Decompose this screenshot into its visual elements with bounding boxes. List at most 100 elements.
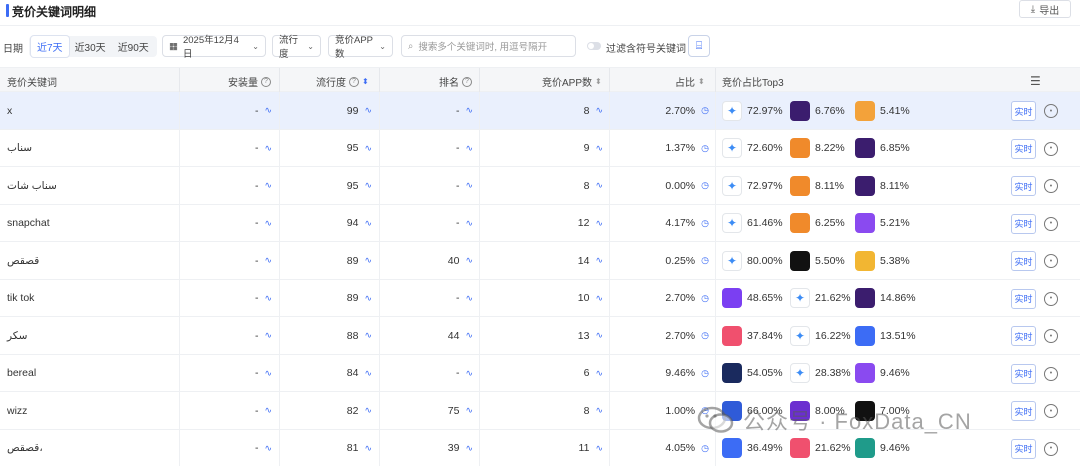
- trend-icon[interactable]: ∿: [364, 293, 372, 304]
- top3-app[interactable]: ✦ 72.97%: [722, 167, 783, 204]
- clock-icon[interactable]: ◷: [701, 405, 709, 416]
- top3-app[interactable]: ✦ 80.00%: [722, 242, 783, 279]
- table-row[interactable]: wizz - ∿ 82 ∿ 75 ∿ 8 ∿ 1.00% ◷ 66.00% 8.00% 7.00% 实时 •: [0, 392, 1080, 430]
- trend-icon[interactable]: ∿: [364, 368, 372, 379]
- trend-icon[interactable]: ∿: [465, 255, 473, 266]
- top3-app[interactable]: 8.00%: [790, 392, 845, 429]
- trend-icon[interactable]: ∿: [465, 218, 473, 229]
- top3-app[interactable]: 5.50%: [790, 242, 845, 279]
- trend-icon[interactable]: ∿: [595, 105, 603, 116]
- clock-icon[interactable]: ◷: [701, 330, 709, 341]
- settings-gear-icon[interactable]: •: [1044, 329, 1058, 343]
- column-menu-icon[interactable]: ☰: [1030, 74, 1041, 88]
- top3-app[interactable]: ✦ 21.62%: [790, 280, 851, 317]
- settings-gear-icon[interactable]: •: [1044, 216, 1058, 231]
- trend-icon[interactable]: ∿: [264, 405, 272, 416]
- trend-icon[interactable]: ∿: [264, 180, 272, 191]
- realtime-button[interactable]: 实时: [1011, 363, 1036, 384]
- top3-app[interactable]: 6.85%: [855, 130, 910, 167]
- trend-icon[interactable]: ∿: [595, 143, 603, 154]
- trend-icon[interactable]: ∿: [595, 293, 603, 304]
- trend-icon[interactable]: ∿: [364, 443, 372, 454]
- table-row[interactable]: snapchat - ∿ 94 ∿ - ∿ 12 ∿ 4.17% ◷ ✦ 61.46% 6.25% 5.21…: [0, 204, 1080, 242]
- trend-icon[interactable]: ∿: [595, 218, 603, 229]
- clock-icon[interactable]: ◷: [701, 368, 709, 379]
- date-picker[interactable]: ▦ 2025年12月4日 ⌄: [162, 35, 266, 60]
- top3-app[interactable]: 6.25%: [790, 205, 845, 242]
- settings-gear-icon[interactable]: •: [1044, 179, 1058, 193]
- top3-app[interactable]: ✦ 16.22%: [790, 317, 851, 354]
- top3-app[interactable]: 5.38%: [855, 242, 910, 279]
- realtime-button[interactable]: 实时: [1011, 101, 1036, 121]
- exclude-symbols-toggle[interactable]: [587, 42, 601, 50]
- trend-icon[interactable]: ∿: [264, 293, 272, 304]
- range-7d-button[interactable]: 近7天: [31, 36, 69, 57]
- trend-icon[interactable]: ∿: [264, 105, 272, 116]
- col-rank[interactable]: 排名?: [439, 74, 472, 89]
- col-popularity[interactable]: 流行度? ⬍: [316, 74, 369, 89]
- trend-icon[interactable]: ∿: [364, 330, 372, 341]
- sort-icon[interactable]: ⬍: [362, 77, 369, 86]
- col-installs[interactable]: 安装量?: [228, 74, 271, 89]
- trend-icon[interactable]: ∿: [595, 180, 603, 191]
- trend-icon[interactable]: ∿: [595, 405, 603, 416]
- trend-icon[interactable]: ∿: [465, 443, 473, 454]
- realtime-button[interactable]: 实时: [1011, 401, 1036, 421]
- trend-icon[interactable]: ∿: [264, 255, 272, 266]
- top3-app[interactable]: 8.11%: [855, 167, 909, 204]
- top3-app[interactable]: 36.49%: [722, 430, 783, 466]
- keyword-search-input[interactable]: ⌕ 搜索多个关键词时, 用逗号隔开: [401, 35, 576, 57]
- top3-app[interactable]: 14.86%: [855, 280, 916, 317]
- top3-app[interactable]: 48.65%: [722, 280, 783, 317]
- trend-icon[interactable]: ∿: [364, 180, 372, 191]
- realtime-button[interactable]: 实时: [1011, 251, 1036, 271]
- trend-icon[interactable]: ∿: [595, 368, 603, 379]
- table-row[interactable]: tik tok - ∿ 89 ∿ - ∿ 10 ∿ 2.70% ◷ 48.65% ✦ 21.62% 14.8…: [0, 279, 1080, 317]
- app-count-select[interactable]: 竞价APP数 ⌄: [328, 35, 393, 60]
- top3-app[interactable]: 54.05%: [722, 355, 783, 392]
- settings-gear-icon[interactable]: •: [1044, 404, 1058, 418]
- col-share[interactable]: 占比 ⬍: [675, 74, 705, 89]
- trend-icon[interactable]: ∿: [264, 218, 272, 229]
- trend-icon[interactable]: ∿: [465, 105, 473, 116]
- realtime-button[interactable]: 实时: [1011, 326, 1036, 346]
- trend-icon[interactable]: ∿: [465, 180, 473, 191]
- settings-gear-icon[interactable]: •: [1044, 254, 1058, 268]
- top3-app[interactable]: 5.21%: [855, 205, 910, 242]
- settings-gear-icon[interactable]: •: [1044, 141, 1058, 156]
- trend-icon[interactable]: ∿: [264, 143, 272, 154]
- clock-icon[interactable]: ◷: [701, 180, 709, 191]
- settings-gear-icon[interactable]: •: [1044, 441, 1058, 456]
- top3-app[interactable]: 7.00%: [855, 392, 910, 429]
- top3-app[interactable]: 9.46%: [855, 430, 910, 466]
- table-row[interactable]: سناب شات - ∿ 95 ∿ - ∿ 8 ∿ 0.00% ◷ ✦ 72.97% 8.11% 8.11%…: [0, 167, 1080, 205]
- top3-app[interactable]: ✦ 28.38%: [790, 355, 851, 392]
- trend-icon[interactable]: ∿: [364, 405, 372, 416]
- top3-app[interactable]: 66.00%: [722, 392, 783, 429]
- realtime-button[interactable]: 实时: [1011, 138, 1036, 159]
- trend-icon[interactable]: ∿: [465, 330, 473, 341]
- table-row[interactable]: قصقص، - ∿ 81 ∿ 39 ∿ 11 ∿ 4.05% ◷ 36.49% 21.62% 9.46% 实…: [0, 429, 1080, 466]
- top3-app[interactable]: ✦ 72.97%: [722, 92, 783, 129]
- settings-gear-icon[interactable]: •: [1044, 366, 1058, 381]
- realtime-button[interactable]: 实时: [1011, 176, 1036, 196]
- settings-gear-icon[interactable]: •: [1044, 291, 1058, 306]
- table-row[interactable]: سكر - ∿ 88 ∿ 44 ∿ 13 ∿ 2.70% ◷ 37.84% ✦ 16.22% 13.51% 实…: [0, 317, 1080, 355]
- top3-app[interactable]: 6.76%: [790, 92, 845, 129]
- table-row[interactable]: سناب - ∿ 95 ∿ - ∿ 9 ∿ 1.37% ◷ ✦ 72.60% 8.22% 6.85% 实时 •: [0, 129, 1080, 167]
- popularity-select[interactable]: 流行度 ⌄: [272, 35, 321, 60]
- clock-icon[interactable]: ◷: [701, 218, 709, 229]
- trend-icon[interactable]: ∿: [595, 330, 603, 341]
- table-row[interactable]: قصقص - ∿ 89 ∿ 40 ∿ 14 ∿ 0.25% ◷ ✦ 80.00% 5.50% 5.38% 实时…: [0, 242, 1080, 280]
- trend-icon[interactable]: ∿: [465, 405, 473, 416]
- top3-app[interactable]: 5.41%: [855, 92, 910, 129]
- trend-icon[interactable]: ∿: [364, 143, 372, 154]
- clock-icon[interactable]: ◷: [701, 443, 709, 454]
- settings-gear-icon[interactable]: •: [1044, 104, 1058, 118]
- top3-app[interactable]: 21.62%: [790, 430, 851, 466]
- range-30d-button[interactable]: 近30天: [69, 36, 112, 57]
- trend-icon[interactable]: ∿: [595, 443, 603, 454]
- clock-icon[interactable]: ◷: [701, 255, 709, 266]
- realtime-button[interactable]: 实时: [1011, 213, 1036, 234]
- top3-app[interactable]: 8.11%: [790, 167, 844, 204]
